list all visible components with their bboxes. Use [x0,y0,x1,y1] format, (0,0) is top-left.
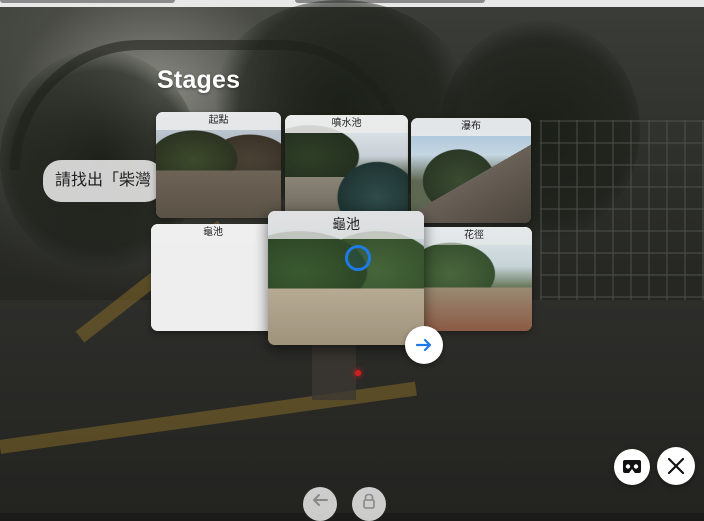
stage-card-label: 起點 [156,112,281,130]
stage-card-label: 瀑布 [411,118,531,136]
back-button[interactable] [303,487,337,521]
railing-silhouette [540,120,704,320]
stage-card-fountain[interactable]: 噴水池 [285,115,408,218]
stage-card-label: 噴水池 [285,115,408,133]
pillar-silhouette [312,340,356,400]
close-icon [667,457,685,475]
stages-title: Stages [157,66,241,94]
vr-mode-button[interactable] [614,449,650,485]
next-button[interactable] [405,326,443,364]
stage-card-label: 花徑 [416,227,532,245]
lock-button[interactable] [352,487,386,521]
stage-card-label: 龜池 [268,211,424,239]
arrow-right-icon [415,338,432,352]
arrow-left-icon [313,494,328,506]
stage-card-turtle-pond-empty[interactable]: 龜池 [151,224,275,331]
stage-card-turtle-pond-selected[interactable]: 龜池 [268,211,424,345]
stage-card-flower-path[interactable]: 花徑 [416,227,532,331]
question-prompt: 請找出「柴灣 [43,160,163,202]
vr-headset-icon [623,460,641,473]
close-button[interactable] [657,447,695,485]
lock-icon [363,493,375,509]
gaze-cursor-icon [345,245,371,271]
stage-card-label: 龜池 [151,224,275,242]
red-indicator-light [355,370,361,376]
stage-card-waterfall[interactable]: 瀑布 [411,118,531,223]
stage-card-start[interactable]: 起點 [156,112,281,218]
